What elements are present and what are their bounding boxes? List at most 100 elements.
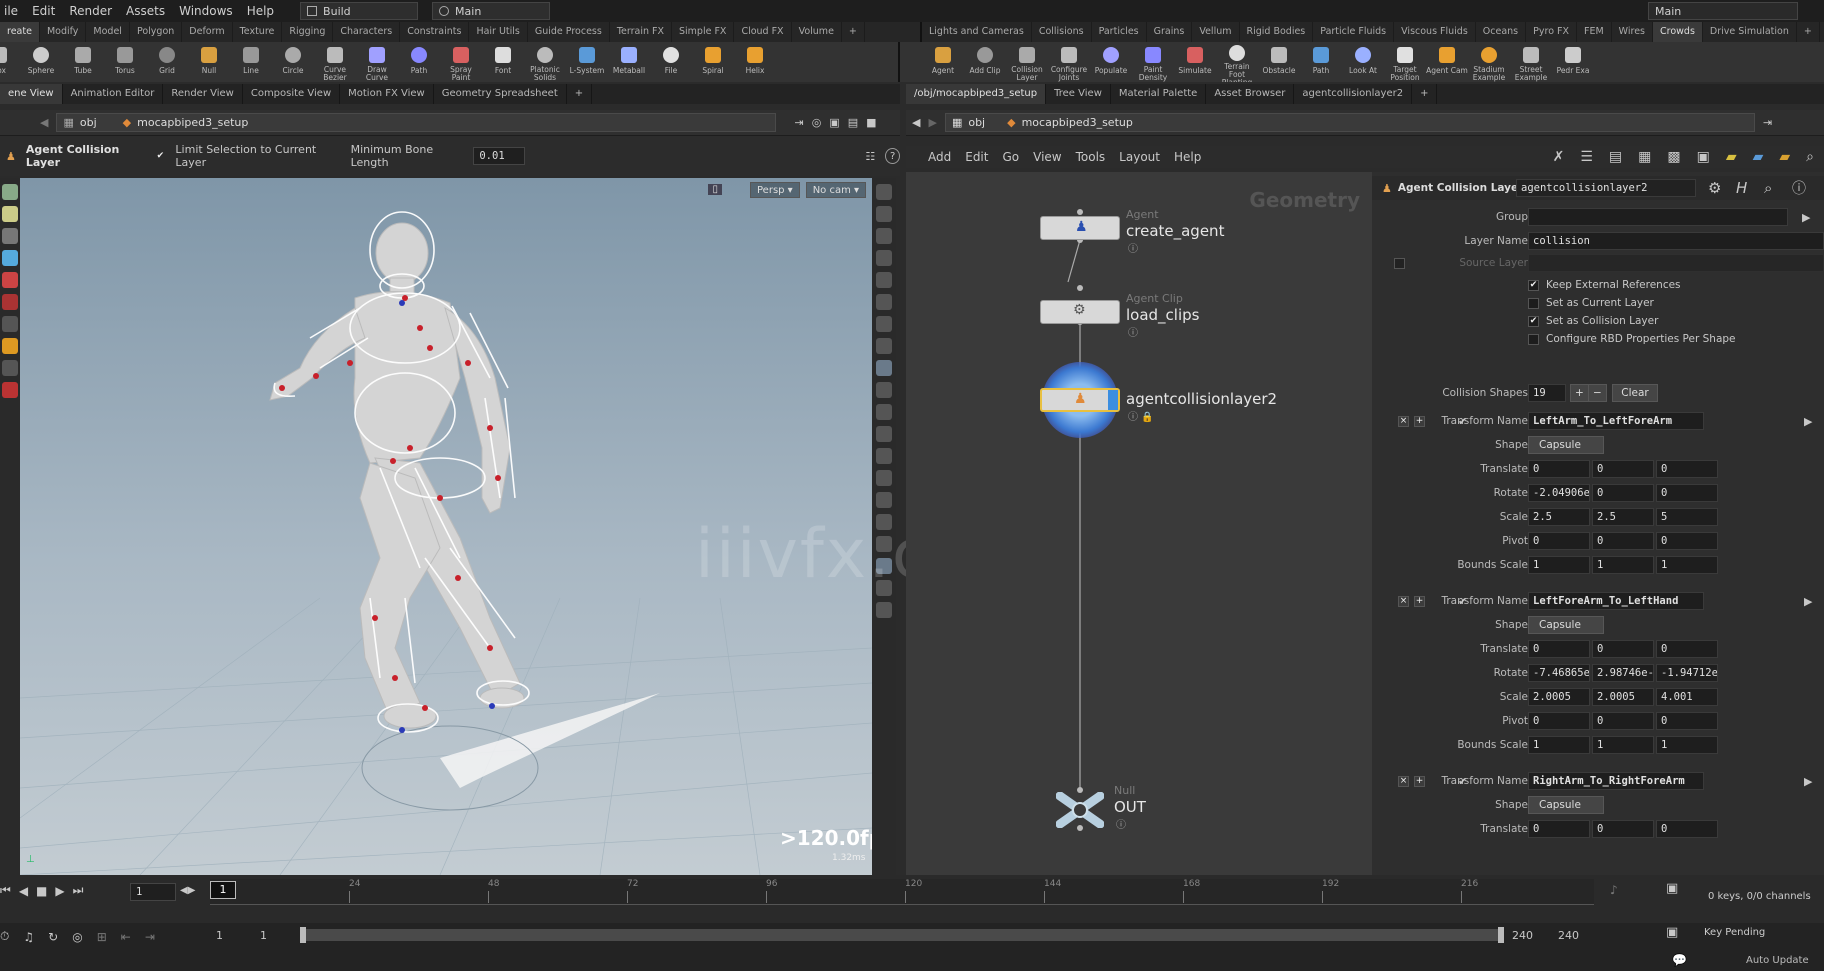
persp-menu[interactable]: Persp ▾	[750, 182, 800, 198]
sticky-note-icon[interactable]: ▰	[1726, 149, 1737, 165]
shelf-tool[interactable]: Agent	[922, 42, 964, 82]
pivot-field[interactable]: 0	[1656, 532, 1718, 550]
menu-assets[interactable]: Assets	[126, 4, 165, 18]
shelf-tool[interactable]: Circle	[272, 42, 314, 82]
shelf-tab[interactable]: Volume	[792, 22, 842, 42]
shelf-tool[interactable]: Street Example	[1510, 42, 1552, 82]
shelf-tool[interactable]: Simulate	[1174, 42, 1216, 82]
scale-field[interactable]: 2.0005	[1592, 688, 1654, 706]
tool-options-icon[interactable]: ☷	[865, 150, 875, 163]
step-back-icon[interactable]: ◀	[19, 884, 28, 898]
audio-scrub-icon[interactable]: ♫	[23, 930, 34, 944]
shelf-tab[interactable]: Wires	[1612, 22, 1653, 42]
remove-shape-button[interactable]: −	[1588, 384, 1607, 402]
shelf-tool[interactable]: Box	[0, 42, 20, 82]
rotate-tool-icon[interactable]	[2, 228, 18, 244]
points-icon[interactable]	[876, 404, 892, 420]
shelf-tool[interactable]: L-System	[566, 42, 608, 82]
help-icon[interactable]: ?	[885, 148, 900, 164]
numbers-icon[interactable]	[876, 470, 892, 486]
insert-shape-icon[interactable]: +	[1414, 775, 1425, 787]
shelf-tab[interactable]: Pyro FX	[1526, 22, 1577, 42]
menu-windows[interactable]: Windows	[179, 4, 233, 18]
stop-icon[interactable]: ■	[36, 884, 47, 898]
range-slider[interactable]	[300, 927, 1504, 943]
paint-tool-icon[interactable]	[2, 338, 18, 354]
context-selector[interactable]: Main	[432, 2, 551, 20]
wrench-icon[interactable]: ✗	[1553, 149, 1565, 165]
snap-tool-icon[interactable]	[2, 360, 18, 376]
translate-field[interactable]: 0	[1656, 820, 1718, 838]
tab-scene-view[interactable]: ene View	[0, 84, 63, 104]
remove-shape-icon[interactable]: ×	[1398, 415, 1409, 427]
range-forward-icon[interactable]: ⇥	[145, 930, 155, 944]
tab-network-view[interactable]: /obj/mocapbiped3_setup	[906, 84, 1047, 104]
range-start-visible[interactable]: 1	[260, 929, 267, 942]
tab-render-view[interactable]: Render View	[163, 84, 243, 104]
param-search-icon[interactable]: ⌕	[1764, 179, 1772, 197]
shelf-tab[interactable]: Terrain FX	[610, 22, 672, 42]
tab-material-palette[interactable]: Material Palette	[1111, 84, 1207, 104]
transform-name-field[interactable]: LeftForeArm_To_LeftHand	[1528, 592, 1704, 610]
pivot-field[interactable]: 0	[1656, 712, 1718, 730]
param-gear-icon[interactable]: ⚙	[1708, 179, 1721, 197]
shelf-tab[interactable]: Constraints	[400, 22, 470, 42]
lock-camera-icon[interactable]	[876, 228, 892, 244]
group-select-arrow-icon[interactable]: ▶	[1802, 211, 1810, 224]
lighting-icon[interactable]	[876, 294, 892, 310]
grid-view-icon[interactable]: ▦	[1638, 149, 1651, 165]
thumbnail-icon[interactable]: ▩	[1667, 149, 1680, 165]
image-icon[interactable]: ▣	[1697, 149, 1710, 165]
maximize-icon[interactable]: ■	[866, 116, 876, 129]
add-shelf-tab-button[interactable]: +	[842, 22, 865, 42]
shelf-tab[interactable]: Drive Simulation	[1703, 22, 1797, 42]
scale-field[interactable]: 2.5	[1592, 508, 1654, 526]
list-icon[interactable]: ▤	[1609, 149, 1622, 165]
desktop-selector[interactable]: Build	[300, 2, 419, 20]
tab-parameters[interactable]: agentcollisionlayer2	[1294, 84, 1413, 104]
grid-icon[interactable]	[876, 492, 892, 508]
shelf-tab[interactable]: Grains	[1147, 22, 1193, 42]
key-pending-icon[interactable]: ▣	[1666, 925, 1678, 940]
net-search-icon[interactable]: ⌕	[1806, 149, 1814, 165]
shelf-tab[interactable]: Rigid Bodies	[1240, 22, 1314, 42]
source-layer-field[interactable]	[1528, 254, 1824, 272]
shelf-tool[interactable]: Obstacle	[1258, 42, 1300, 82]
pin-icon[interactable]: ⇥	[794, 116, 803, 129]
tab-motion-fx-view[interactable]: Motion FX View	[340, 84, 434, 104]
translate-field[interactable]: 0	[1656, 640, 1718, 658]
node-info-icon[interactable]: ⓘ	[1128, 240, 1138, 255]
shelf-tab[interactable]: FEM	[1577, 22, 1612, 42]
net-menu-layout[interactable]: Layout	[1119, 150, 1160, 164]
light-bulb-icon[interactable]	[876, 316, 892, 332]
rotate-field[interactable]: -2.04906e-	[1528, 484, 1590, 502]
range-end[interactable]: 240	[1558, 929, 1579, 942]
node-load-clips[interactable]: ⚙	[1040, 300, 1120, 324]
network-editor[interactable]: Geometry ♟ Agent create_agent ⓘ ⚙ Agent …	[906, 172, 1372, 875]
shelf-tab[interactable]: Polygon	[130, 22, 183, 42]
chat-icon[interactable]: 💬	[1672, 953, 1687, 967]
scale-field[interactable]: 5	[1656, 508, 1718, 526]
remove-shape-icon[interactable]: ×	[1398, 595, 1409, 607]
shelf-tool[interactable]: Stadium Example	[1468, 42, 1510, 82]
net-forward-icon[interactable]: ▶	[928, 116, 936, 129]
shape-enable-checkbox[interactable]: ✔	[1458, 775, 1467, 788]
range-back-icon[interactable]: ⇤	[121, 930, 131, 944]
shelf-tool[interactable]: Paint Density	[1132, 42, 1174, 82]
shelf-tool[interactable]: Tube	[62, 42, 104, 82]
magnet-tool-icon[interactable]	[2, 382, 18, 398]
shelf-tool[interactable]: Helix	[734, 42, 776, 82]
pivot-field[interactable]: 0	[1528, 712, 1590, 730]
shading-icon[interactable]	[876, 272, 892, 288]
keys-icon[interactable]: ▣	[1666, 881, 1678, 896]
shelf-tool[interactable]: Configure Joints	[1048, 42, 1090, 82]
bounds-field[interactable]: 1	[1592, 736, 1654, 754]
shelf-tab[interactable]: Characters	[333, 22, 401, 42]
shelf-tool[interactable]: Font	[482, 42, 524, 82]
shelf-tab[interactable]: Vellum	[1192, 22, 1240, 42]
shelf-tool[interactable]: Line	[230, 42, 272, 82]
limit-selection-checkbox[interactable]: ✔	[155, 151, 165, 162]
handle-tool-icon[interactable]	[2, 294, 18, 310]
shelf-tool[interactable]: Collision Layer	[1006, 42, 1048, 82]
auto-update-label[interactable]: Auto Update	[1746, 955, 1809, 966]
